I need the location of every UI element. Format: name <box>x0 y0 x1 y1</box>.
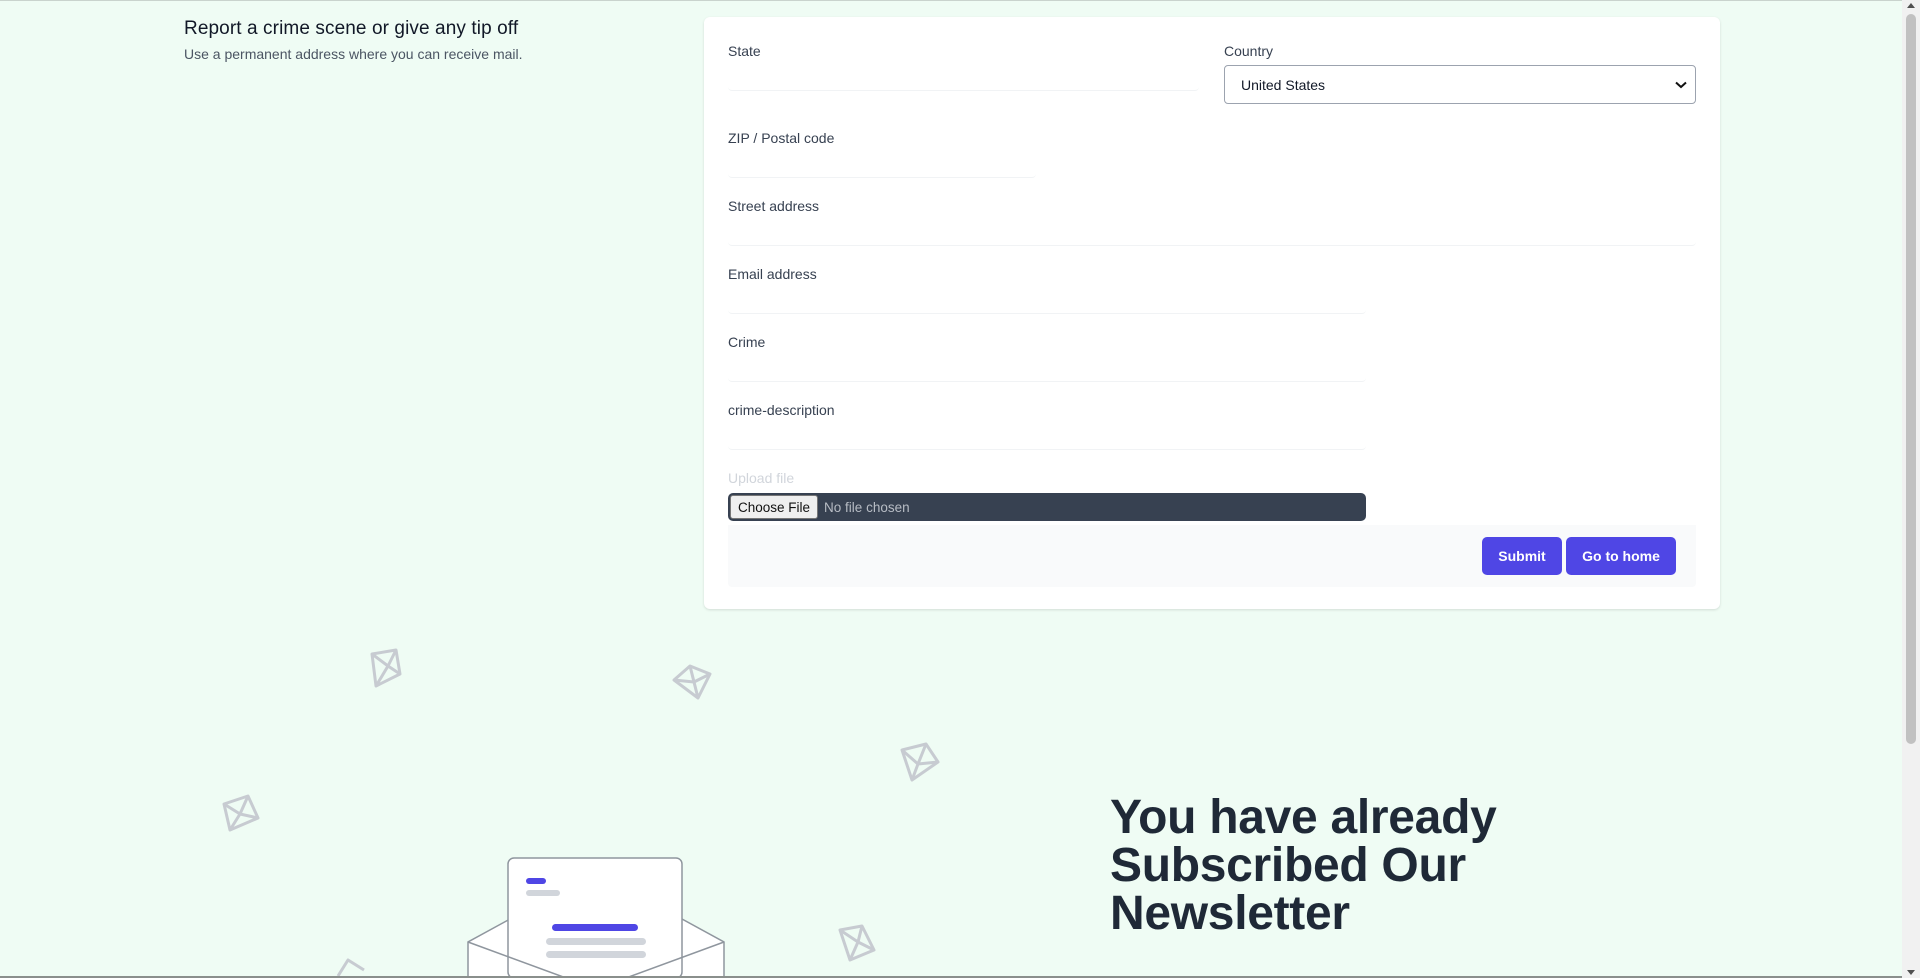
go-to-home-button[interactable]: Go to home <box>1566 537 1676 575</box>
street-input[interactable] <box>728 220 1696 246</box>
newsletter-heading-line1: You have already <box>1110 791 1497 844</box>
newsletter-heading-line2: Subscribed Our <box>1110 839 1466 892</box>
page-scrollbar[interactable] <box>1902 0 1920 978</box>
section-subtitle: Use a permanent address where you can re… <box>184 46 523 62</box>
newsletter-heading-line3: Newsletter <box>1110 887 1350 940</box>
envelope-illustration-icon <box>467 857 725 978</box>
upload-field: Upload file Choose File No file chosen <box>728 470 1366 521</box>
scroll-down-arrow-icon[interactable] <box>1907 970 1915 975</box>
file-status: No file chosen <box>824 499 910 515</box>
crime-label: Crime <box>728 334 766 350</box>
floating-envelope-icon <box>900 742 940 782</box>
crime-description-field: crime-description <box>728 402 1366 450</box>
country-selected-value: United States <box>1241 76 1326 93</box>
upload-label: Upload file <box>728 470 795 486</box>
submit-button[interactable]: Submit <box>1482 537 1562 575</box>
country-field: Country United States <box>1224 43 1696 104</box>
newsletter-heading: You have already Subscribed Our Newslett… <box>1110 794 1497 938</box>
crime-input[interactable] <box>728 356 1366 382</box>
scrollbar-thumb[interactable] <box>1906 14 1916 744</box>
top-divider <box>0 0 1902 1</box>
crime-description-label: crime-description <box>728 402 835 418</box>
floating-envelope-icon <box>370 648 402 688</box>
floating-envelope-icon <box>336 958 365 977</box>
floating-envelope-icon <box>672 664 712 700</box>
street-field: Street address <box>728 198 1696 246</box>
section-title: Report a crime scene or give any tip off <box>184 18 519 39</box>
zip-label: ZIP / Postal code <box>728 130 835 146</box>
email-field: Email address <box>728 266 1366 314</box>
state-label: State <box>728 43 761 59</box>
form-actions: Submit Go to home <box>728 525 1696 587</box>
country-select[interactable]: United States <box>1224 65 1696 104</box>
scroll-up-arrow-icon[interactable] <box>1907 3 1915 8</box>
street-label: Street address <box>728 198 820 214</box>
crime-field: Crime <box>728 334 1366 382</box>
chevron-down-icon <box>1675 78 1687 92</box>
file-input[interactable]: Choose File No file chosen <box>728 493 1366 521</box>
report-form-card: State Country United States ZIP / Postal… <box>704 17 1720 609</box>
floating-envelope-icon <box>838 924 876 962</box>
email-label: Email address <box>728 266 817 282</box>
crime-description-input[interactable] <box>728 424 1366 450</box>
state-input[interactable] <box>728 65 1199 91</box>
email-input[interactable] <box>728 288 1366 314</box>
state-field: State <box>728 43 1199 91</box>
zip-input[interactable] <box>728 152 1036 178</box>
country-label: Country <box>1224 43 1274 59</box>
form-intro: Report a crime scene or give any tip off… <box>184 18 523 62</box>
zip-field: ZIP / Postal code <box>728 130 1036 178</box>
floating-envelope-icon <box>222 794 260 832</box>
choose-file-button[interactable]: Choose File <box>730 495 819 519</box>
